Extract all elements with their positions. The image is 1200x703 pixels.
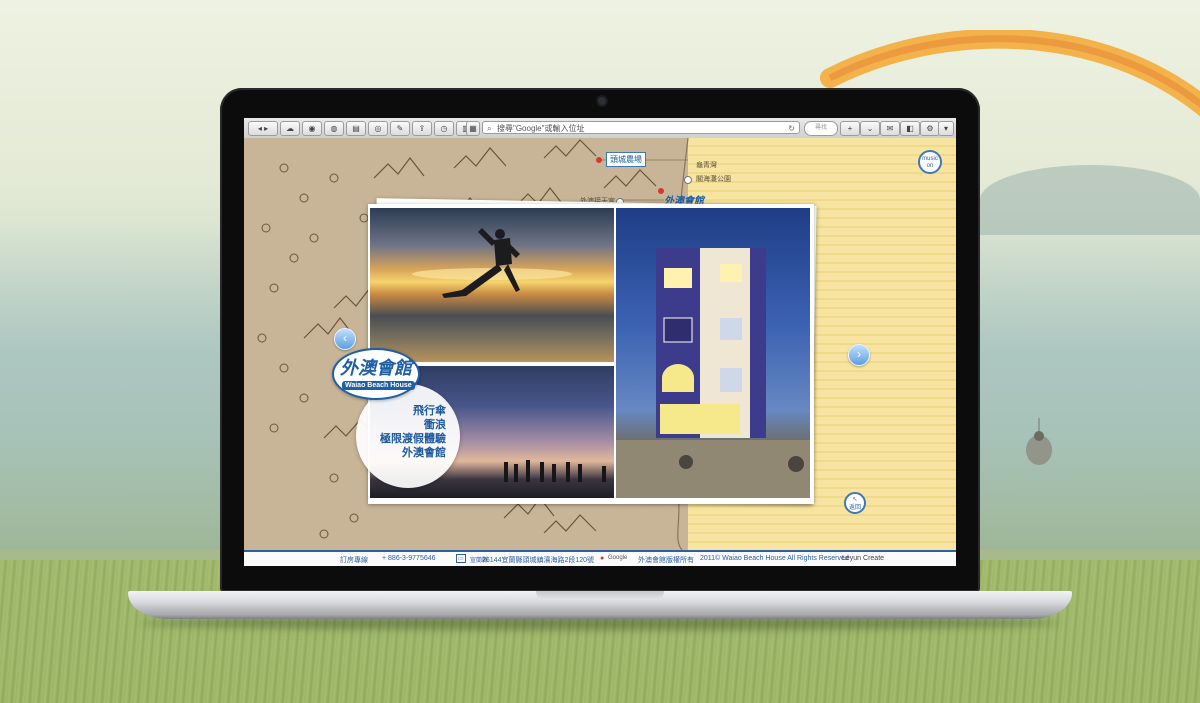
jumping-person-silhouette (412, 228, 572, 298)
reload-icon[interactable]: ↻ (788, 122, 795, 135)
beach-house-building-photo[interactable] (616, 208, 810, 498)
share-icon[interactable]: ⇪ (412, 121, 432, 136)
address-placeholder: 搜尋"Google"或輸入位址 (497, 124, 585, 133)
phone-label: 訂房專線 (340, 557, 368, 564)
reader-icon[interactable]: ▤ (346, 121, 366, 136)
previous-arrow-button[interactable]: ‹ (334, 328, 356, 350)
extension-icon[interactable]: ◧ (900, 121, 920, 136)
google-map-link[interactable]: Google (608, 555, 627, 561)
search-icon: ⌕ (487, 124, 492, 133)
phone-number: + 886-3-9775646 (382, 555, 436, 562)
house-illustration (616, 248, 810, 498)
history-icon[interactable]: ◷ (434, 121, 454, 136)
back-forward-buttons[interactable]: ◂ ▸ (248, 121, 278, 136)
copyright-chinese: 外澳會館版權所有 (638, 557, 694, 564)
map-label-loc1: 龜青灣 (696, 162, 717, 169)
map-card-icon[interactable]: ▭ (456, 554, 466, 563)
address-text: 26144宜蘭縣頭城鎮濱海路2段120號 (482, 557, 595, 564)
menu-icon[interactable]: ▾ (938, 121, 954, 136)
logo-english-text: Waiao Beach House (342, 381, 415, 390)
map-pin-icon[interactable]: ● (600, 555, 604, 562)
waiao-logo[interactable]: 外澳會館 Waiao Beach House (332, 348, 420, 400)
rss-icon[interactable]: ◉ (302, 121, 322, 136)
back-label: 返回 (848, 505, 861, 511)
map-marker-farm[interactable] (596, 157, 602, 163)
add-tab-icon[interactable]: + (840, 121, 860, 136)
site-footer: 訂房專線 + 886-3-9775646 ▭ 宣蘭縣 26144宜蘭縣頭城鎮濱海… (244, 550, 956, 566)
next-arrow-button[interactable]: › (848, 344, 870, 366)
wrench-icon[interactable]: ✎ (390, 121, 410, 136)
laptop-lid: ◂ ▸ ☁ ◉ ◍ ▤ ◎ ✎ ⇪ ◷ ▥ ▦ ⌕ 搜尋"Google"或輸入位… (220, 88, 980, 592)
address-bar[interactable]: ⌕ 搜尋"Google"或輸入位址 ↻ (482, 121, 800, 134)
search-field[interactable]: 尋找 (804, 121, 838, 136)
back-button[interactable]: ↖ 返回 (844, 492, 866, 514)
search-placeholder: 尋找 (814, 125, 827, 131)
browser-toolbar: ◂ ▸ ☁ ◉ ◍ ▤ ◎ ✎ ⇪ ◷ ▥ ▦ ⌕ 搜尋"Google"或輸入位… (244, 118, 956, 139)
laptop-camera (598, 97, 606, 105)
music-toggle-button[interactable]: music on (918, 150, 942, 174)
gear-icon[interactable]: ⚙ (920, 121, 940, 136)
back-arrow-icon: ↖ (852, 497, 858, 503)
beach-sunset-photo[interactable] (370, 208, 614, 362)
map-marker-loc2[interactable] (684, 176, 692, 184)
slogan-line-4: 外澳會館 (402, 446, 446, 459)
downloads-icon[interactable]: ⌄ (860, 121, 880, 136)
map-label-loc2: 閣海灘公園 (696, 176, 731, 183)
eye-icon[interactable]: ◎ (368, 121, 388, 136)
web-page: 頭城農場 龜青灣 閣海灘公園 外澳會館 外澳接天宮 music on ‹ › (244, 138, 956, 550)
notification-icon[interactable]: ✉ (880, 121, 900, 136)
safari-extension-icon[interactable]: ◍ (324, 121, 344, 136)
top-sites-icon[interactable]: ▦ (466, 121, 480, 136)
map-label-farm[interactable]: 頭城農場 (606, 152, 646, 167)
icloud-icon[interactable]: ☁ (280, 121, 300, 136)
copyright-english: 2011© Waiao Beach House All Rights Reser… (700, 555, 849, 562)
laptop-screen: ◂ ▸ ☁ ◉ ◍ ▤ ◎ ✎ ⇪ ◷ ▥ ▦ ⌕ 搜尋"Google"或輸入位… (244, 118, 956, 566)
laptop-base-notch (536, 591, 664, 600)
laptop-base (128, 591, 1072, 619)
credit-text[interactable]: Leyun Create (842, 555, 884, 562)
logo-chinese-text: 外澳會館 (340, 358, 412, 379)
paraglider-person-image (1026, 418, 1052, 465)
music-label: music on (922, 156, 938, 169)
